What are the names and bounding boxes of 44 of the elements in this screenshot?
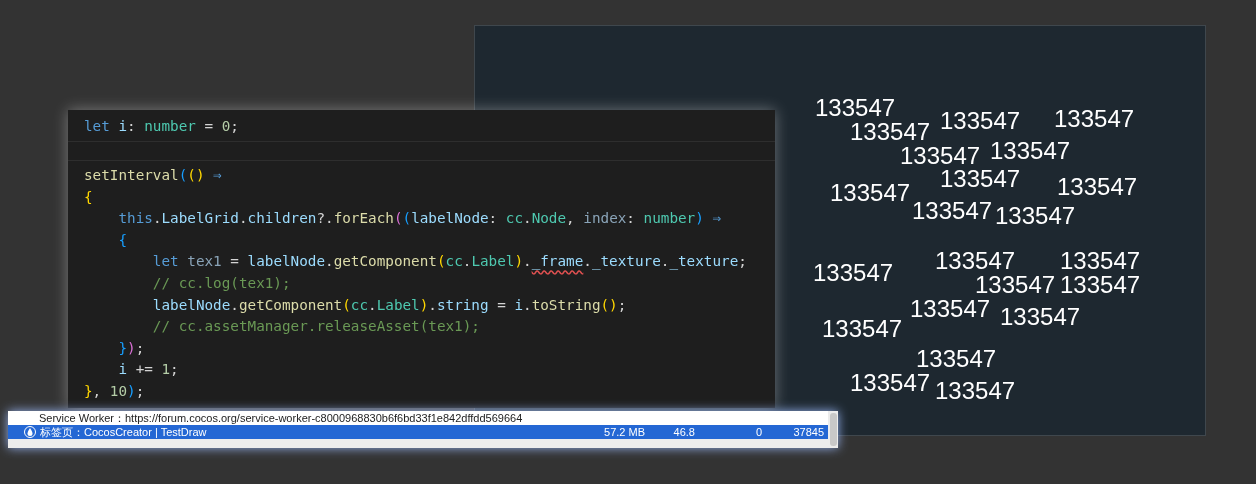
code-line: i += 1; (117, 360, 180, 380)
code-line: { (117, 230, 129, 250)
number-label: 133547 (815, 97, 896, 119)
droplet-icon (24, 426, 36, 438)
number-label: 133547 (990, 140, 1071, 162)
code-line: // cc.assetManager.releaseAsset(tex1); (151, 317, 481, 337)
number-label: 133547 (935, 380, 1016, 402)
number-label: 133547 (916, 348, 997, 370)
table-cell-text: 0 (754, 426, 762, 438)
code-line: let i: number = 0; (68, 110, 775, 142)
number-label: 133547 (813, 262, 894, 284)
table-cell-text: 57.2 MB (603, 426, 645, 438)
scrollbar[interactable] (830, 413, 837, 446)
number-label: 133547 (912, 200, 993, 222)
number-label: 133547 (822, 318, 903, 340)
number-label: 133547 (910, 298, 991, 320)
code-line: labelNode.getComponent(cc.Label).string = i.toString(); (151, 295, 628, 315)
number-label: 133547 (995, 205, 1076, 227)
number-label: 133547 (1060, 250, 1141, 272)
code-line: }); (117, 338, 146, 358)
table-cell-text: 37845 (792, 426, 825, 438)
process-name: Service Worker：https://forum.cocos.org/service-worker-c8000968830b6f6bd33f1e842dffdd569664 (38, 411, 523, 426)
number-label: 133547 (1057, 176, 1138, 198)
number-label: 133547 (1060, 274, 1141, 296)
number-label: 133547 (940, 168, 1021, 190)
code-line: // cc.log(tex1); (151, 273, 292, 293)
code-line: }, 10); (84, 381, 146, 401)
number-label: 133547 (850, 372, 931, 394)
table-cell-text: 46.8 (672, 426, 695, 438)
number-label: 133547 (935, 250, 1016, 272)
number-label: 133547 (900, 145, 981, 167)
code-line: { (84, 187, 94, 207)
code-line: let tex1 = labelNode.getComponent(cc.Label)._frame._texture._texture; (151, 252, 748, 272)
number-label: 133547 (940, 110, 1021, 132)
number-label: 133547 (1054, 108, 1135, 130)
number-label: 133547 (1000, 306, 1081, 328)
process-name: 标签页：CocosCreator | TestDraw (40, 424, 207, 440)
number-label: 133547 (850, 121, 931, 143)
code-line: this.LabelGrid.children?.forEach((labelNode: cc.Node, index: number) ⇒ (117, 209, 723, 229)
code-line: setInterval(() ⇒ (84, 166, 223, 185)
process-row[interactable]: 标签页：CocosCreator | TestDraw 57.2 MB 46.8 0 37845 (8, 425, 828, 439)
process-row[interactable]: Service Worker：https://forum.cocos.org/service-worker-c8000968830b6f6bd33f1e842dffdd569664 (8, 411, 828, 425)
number-label: 133547 (975, 274, 1056, 296)
number-label: 133547 (830, 182, 911, 204)
